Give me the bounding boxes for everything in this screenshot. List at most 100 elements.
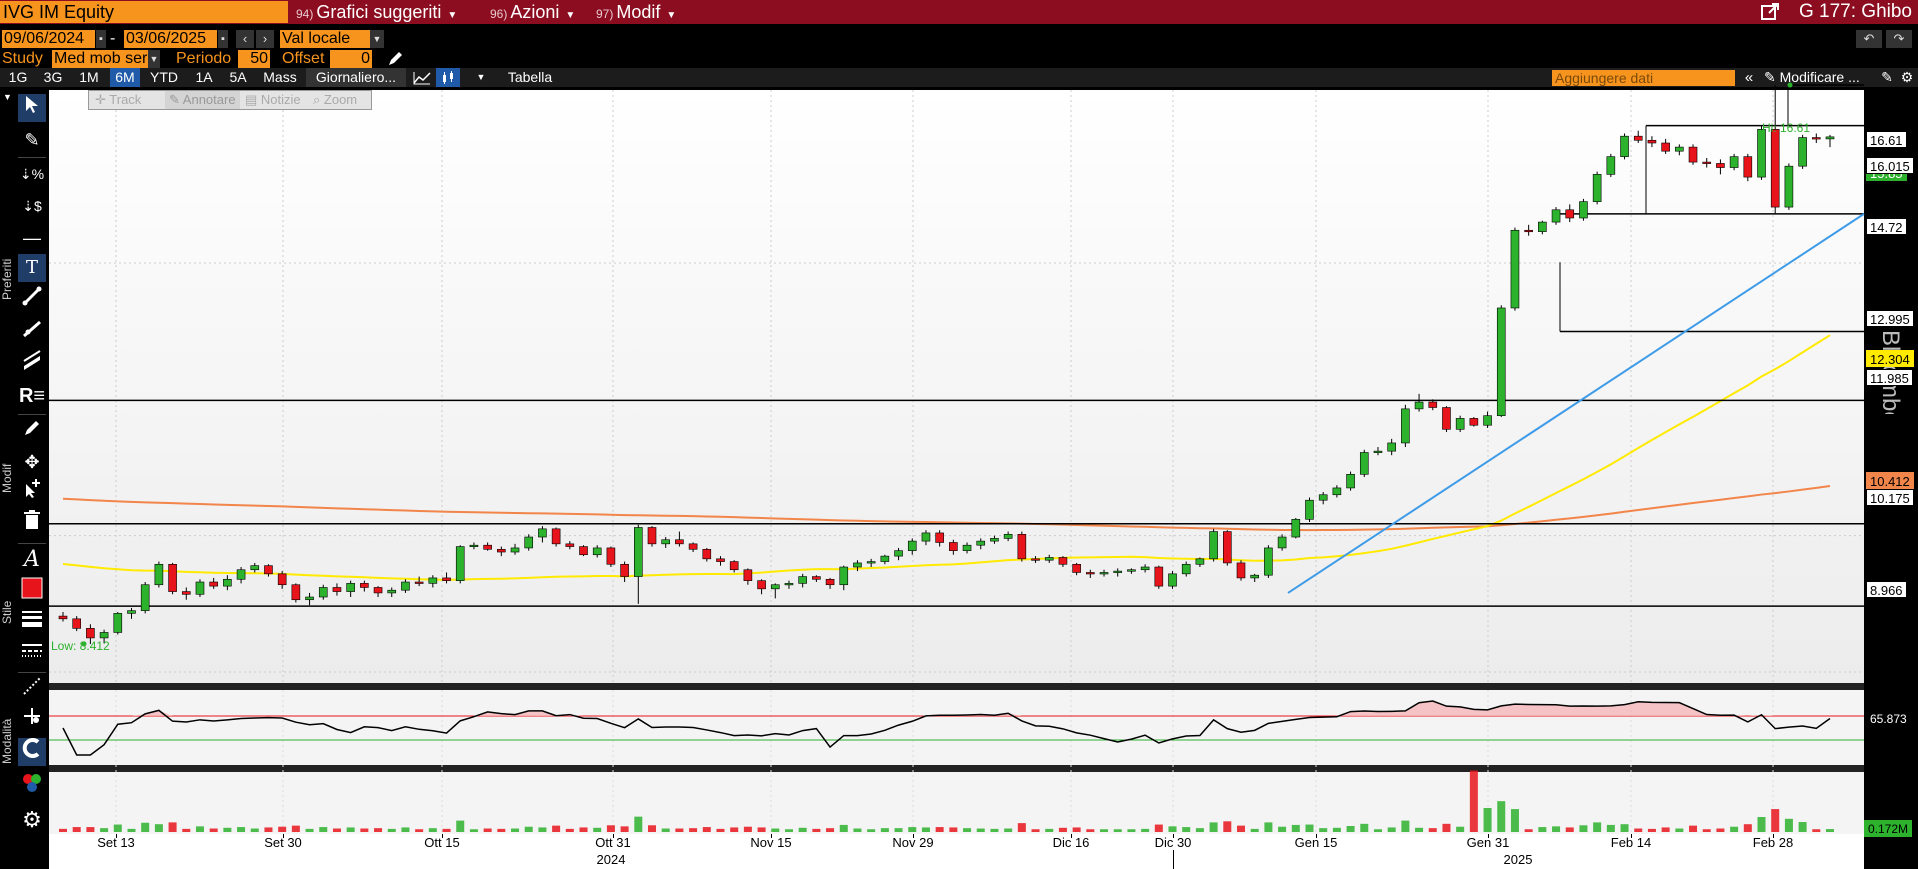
volume-bar: [1182, 827, 1191, 832]
volume-bar: [976, 828, 985, 832]
candle-body: [866, 561, 876, 564]
candle-body: [1565, 209, 1575, 219]
candle-body: [1305, 499, 1314, 520]
candle-body: [1483, 415, 1492, 426]
candle-body: [1606, 156, 1616, 175]
zoom-button[interactable]: ⌕ Zoom: [313, 91, 357, 109]
candle-body: [1551, 209, 1561, 223]
candle-body: [675, 539, 684, 545]
candle-body: [305, 596, 314, 601]
candle-body: [1702, 161, 1712, 164]
candle-body: [880, 555, 890, 562]
x-tick-mark: [1071, 834, 1072, 838]
volume-bar: [1195, 828, 1204, 832]
volume-bar: [442, 828, 451, 832]
volume-bar: [1579, 825, 1588, 832]
volume-bar: [894, 828, 903, 832]
level-label-16-61: 16.61: [1866, 131, 1907, 148]
candle-body: [1195, 558, 1205, 565]
price-chart[interactable]: [0, 0, 1918, 869]
volume-bar: [689, 828, 698, 832]
volume-bar: [593, 827, 602, 832]
volume-bar: [730, 827, 739, 832]
candle-body: [1579, 201, 1588, 219]
volume-bar: [127, 828, 136, 832]
volume-bar: [1497, 801, 1506, 832]
track-button[interactable]: ✛ Track: [95, 91, 141, 109]
volume-bar: [949, 827, 958, 832]
volume-bar: [1113, 829, 1122, 832]
volume-bar: [853, 828, 862, 832]
volume-bar: [1661, 827, 1670, 832]
candle-body: [99, 632, 109, 639]
volume-bar: [237, 827, 246, 832]
volume-bar: [634, 816, 643, 832]
candle-body: [442, 577, 451, 581]
annotate-button[interactable]: ✎ Annotare: [165, 91, 240, 109]
volume-bar: [1743, 824, 1752, 832]
candle-body: [962, 544, 972, 551]
volume-bar: [360, 828, 369, 832]
x-tick-mark: [1488, 834, 1489, 838]
x-year-label: 2025: [1503, 852, 1533, 867]
volume-bar: [1415, 827, 1424, 832]
candle-body: [58, 615, 68, 620]
high-annotation: Hi: 16.61: [1762, 121, 1811, 135]
candle-body: [702, 548, 712, 560]
candle-body: [743, 569, 753, 581]
candle-body: [455, 546, 465, 581]
zoom-label: Zoom: [323, 92, 358, 107]
y-tick-10: 10.00: [1870, 536, 1903, 551]
candle-body: [1524, 229, 1533, 233]
volume-bar: [1730, 826, 1739, 832]
volume-bar: [1593, 822, 1602, 832]
level-label-16-015: 16.015: [1866, 157, 1914, 174]
volume-bar: [538, 827, 547, 832]
candle-body: [264, 565, 273, 575]
candle-body: [716, 558, 725, 562]
volume-bar: [168, 822, 177, 832]
ma200-label: 10.412: [1866, 472, 1914, 489]
volume-bar: [1469, 770, 1478, 832]
candle-body: [949, 542, 958, 551]
x-tick-mark: [1773, 834, 1774, 838]
volume-bar: [332, 828, 341, 832]
news-button[interactable]: ▤ Notizie: [245, 91, 301, 109]
volume-bar: [1058, 827, 1067, 832]
volume-bar: [250, 828, 259, 832]
candle-body: [195, 581, 205, 595]
volume-bar: [1401, 820, 1410, 832]
volume-bar: [743, 826, 752, 832]
x-tick-mark: [1631, 834, 1632, 838]
volume-bar: [1031, 829, 1040, 832]
candle-body: [291, 584, 301, 601]
volume-bar: [1319, 828, 1328, 832]
volume-bar: [1483, 808, 1492, 832]
volume-bar: [1072, 827, 1081, 832]
volume-bar: [784, 829, 793, 832]
volume-bar: [1647, 828, 1656, 832]
candle-body: [1729, 156, 1739, 168]
volume-bar: [1757, 817, 1766, 832]
candle-body: [634, 527, 643, 577]
chart-panels: [49, 90, 1864, 834]
candle-body: [647, 527, 657, 545]
candle-body: [181, 591, 191, 595]
candle-body: [1236, 562, 1246, 579]
candle-body: [1442, 407, 1451, 430]
candle-body: [497, 548, 506, 553]
candle-body: [401, 581, 410, 591]
y-tick-14: 14.00: [1870, 256, 1903, 271]
candle-body: [1592, 174, 1602, 202]
candle-body: [1168, 573, 1177, 587]
candle-body: [1003, 533, 1013, 539]
candle-body: [990, 538, 999, 542]
volume-bar: [1538, 827, 1547, 832]
volume-bar: [675, 828, 684, 832]
candle-body: [1414, 401, 1424, 410]
volume-bar: [1278, 826, 1287, 832]
x-tick-mark: [283, 834, 284, 838]
volume-bar: [346, 827, 355, 832]
level-label-8-966: 8.966: [1866, 581, 1907, 598]
candle-body: [606, 547, 616, 565]
